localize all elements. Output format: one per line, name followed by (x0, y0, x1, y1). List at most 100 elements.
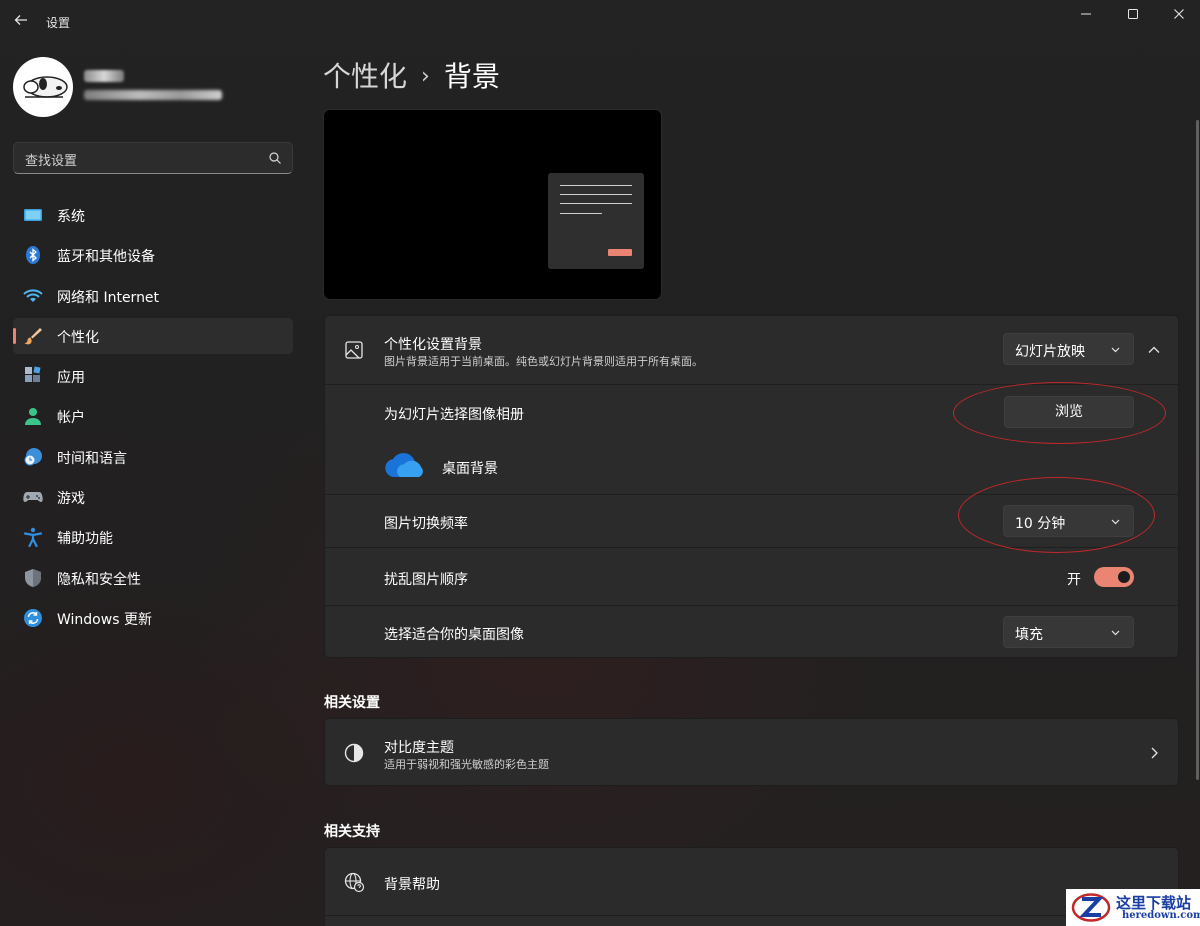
onedrive-folder-icon[interactable] (384, 453, 426, 479)
preview-line (560, 213, 602, 214)
maximize-icon (1128, 9, 1138, 19)
fit-label: 选择适合你的桌面图像 (384, 627, 524, 643)
breadcrumb-separator: › (421, 64, 430, 89)
active-indicator (13, 328, 16, 344)
related-support-heading: 相关支持 (324, 824, 380, 840)
sidebar-item-label: 系统 (57, 209, 85, 225)
watermark-url: heredown.com (1122, 910, 1200, 921)
minimize-icon (1081, 13, 1091, 15)
chevron-down-icon (1111, 519, 1120, 525)
dropdown-value: 幻灯片放映 (1015, 344, 1085, 360)
browse-button[interactable]: 浏览 (1004, 396, 1134, 428)
sidebar-item-label: 网络和 Internet (57, 290, 160, 306)
sidebar-item-gaming[interactable]: 游戏 (13, 479, 293, 515)
app-title: 设置 (46, 16, 71, 30)
search-input[interactable]: 查找设置 (13, 142, 293, 174)
dropdown-value: 10 分钟 (1015, 516, 1066, 532)
frequency-dropdown[interactable]: 10 分钟 (1003, 505, 1134, 537)
watermark-z-logo (1071, 893, 1111, 922)
sidebar-item-label: 时间和语言 (57, 451, 127, 467)
toggle-state-label: 开 (1067, 572, 1081, 588)
contrast-themes-card[interactable]: 对比度主题 适用于弱视和强光敏感的彩色主题 (324, 718, 1179, 786)
contrast-subtitle: 适用于弱视和强光敏感的彩色主题 (384, 758, 549, 771)
shuffle-toggle[interactable] (1094, 567, 1134, 587)
system-icon (24, 209, 42, 221)
sidebar-item-accessibility[interactable]: 辅助功能 (13, 519, 293, 555)
sidebar-item-label: 隐私和安全性 (57, 572, 141, 588)
fit-dropdown[interactable]: 填充 (1003, 616, 1134, 648)
sidebar-item-label: 个性化 (57, 330, 99, 346)
bluetooth-icon (26, 246, 40, 264)
album-row: 为幻灯片选择图像相册 浏览 桌面背景 (325, 384, 1180, 494)
scrollbar[interactable] (1196, 120, 1199, 780)
sidebar-item-label: Windows 更新 (57, 612, 152, 628)
breadcrumb-parent[interactable]: 个性化 (323, 60, 407, 93)
paintbrush-icon (24, 328, 42, 345)
chevron-down-icon (1111, 347, 1120, 353)
account-icon (25, 408, 41, 425)
preview-line (560, 194, 632, 195)
dropdown-value: 填充 (1015, 627, 1043, 643)
sidebar-item-personalization[interactable]: 个性化 (13, 318, 293, 354)
chevron-down-icon (1111, 630, 1120, 636)
fit-row: 选择适合你的桌面图像 填充 (325, 605, 1180, 658)
background-type-row[interactable]: 个性化设置背景 图片背景适用于当前桌面。纯色或幻灯片背景则适用于所有桌面。 幻灯… (325, 316, 1180, 384)
chevron-up-icon[interactable] (1147, 343, 1161, 357)
row-divider (325, 915, 1180, 916)
profile-email-blurred (84, 90, 222, 100)
sidebar-item-network[interactable]: 网络和 Internet (13, 278, 293, 314)
sidebar-item-time-language[interactable]: 时间和语言 (13, 439, 293, 475)
preview-line (560, 203, 632, 204)
background-type-subtitle: 图片背景适用于当前桌面。纯色或幻灯片背景则适用于所有桌面。 (384, 355, 703, 368)
shuffle-row: 扰乱图片顺序 开 (325, 547, 1180, 605)
sidebar-item-windows-update[interactable]: Windows 更新 (13, 600, 293, 636)
update-icon (24, 609, 42, 627)
wifi-icon (23, 289, 43, 302)
globe-help-icon (344, 872, 365, 893)
preview-line (560, 185, 632, 186)
album-label: 为幻灯片选择图像相册 (384, 407, 524, 423)
image-icon (345, 341, 363, 359)
sidebar-item-label: 蓝牙和其他设备 (57, 249, 155, 265)
accessibility-icon (23, 527, 43, 547)
desktop-preview (323, 109, 662, 300)
apps-icon (25, 366, 41, 382)
sidebar-item-apps[interactable]: 应用 (13, 358, 293, 394)
sidebar-item-system[interactable]: 系统 (13, 197, 293, 233)
profile-name-blurred (84, 70, 124, 82)
preview-window (548, 173, 644, 269)
frequency-row: 图片切换频率 10 分钟 (325, 494, 1180, 547)
sidebar-item-accounts[interactable]: 帐户 (13, 398, 293, 434)
sidebar-item-privacy[interactable]: 隐私和安全性 (13, 560, 293, 596)
sidebar-item-label: 应用 (57, 370, 85, 386)
shuffle-label: 扰乱图片顺序 (384, 572, 468, 588)
time-language-icon (24, 448, 42, 466)
background-help-card[interactable]: 背景帮助 (324, 847, 1180, 926)
avatar-image (23, 76, 68, 98)
background-type-dropdown[interactable]: 幻灯片放映 (1003, 333, 1134, 365)
frequency-label: 图片切换频率 (384, 516, 468, 532)
back-arrow-icon (14, 15, 27, 25)
sidebar-item-bluetooth[interactable]: 蓝牙和其他设备 (13, 237, 293, 273)
title-bar: 设置 (0, 0, 1200, 44)
folder-label[interactable]: 桌面背景 (442, 458, 498, 478)
background-type-title: 个性化设置背景 (384, 337, 482, 353)
toggle-knob (1118, 571, 1130, 583)
close-icon (1174, 9, 1184, 19)
shield-icon (25, 569, 41, 587)
preview-accent-button (608, 249, 632, 256)
search-icon (269, 152, 281, 164)
contrast-icon (344, 743, 364, 763)
minimize-button[interactable] (1066, 4, 1106, 24)
back-button[interactable] (10, 11, 32, 33)
avatar[interactable] (13, 57, 73, 117)
sidebar-item-label: 帐户 (57, 410, 85, 426)
background-settings-card: 个性化设置背景 图片背景适用于当前桌面。纯色或幻灯片背景则适用于所有桌面。 幻灯… (324, 315, 1180, 658)
breadcrumb-current: 背景 (443, 60, 500, 93)
chevron-right-icon (1151, 747, 1158, 759)
watermark-logo: 这里下载站 heredown.com (1066, 889, 1200, 926)
sidebar-item-label: 辅助功能 (57, 531, 113, 547)
gamepad-icon (23, 492, 43, 502)
close-button[interactable] (1159, 4, 1199, 24)
maximize-button[interactable] (1113, 4, 1153, 24)
